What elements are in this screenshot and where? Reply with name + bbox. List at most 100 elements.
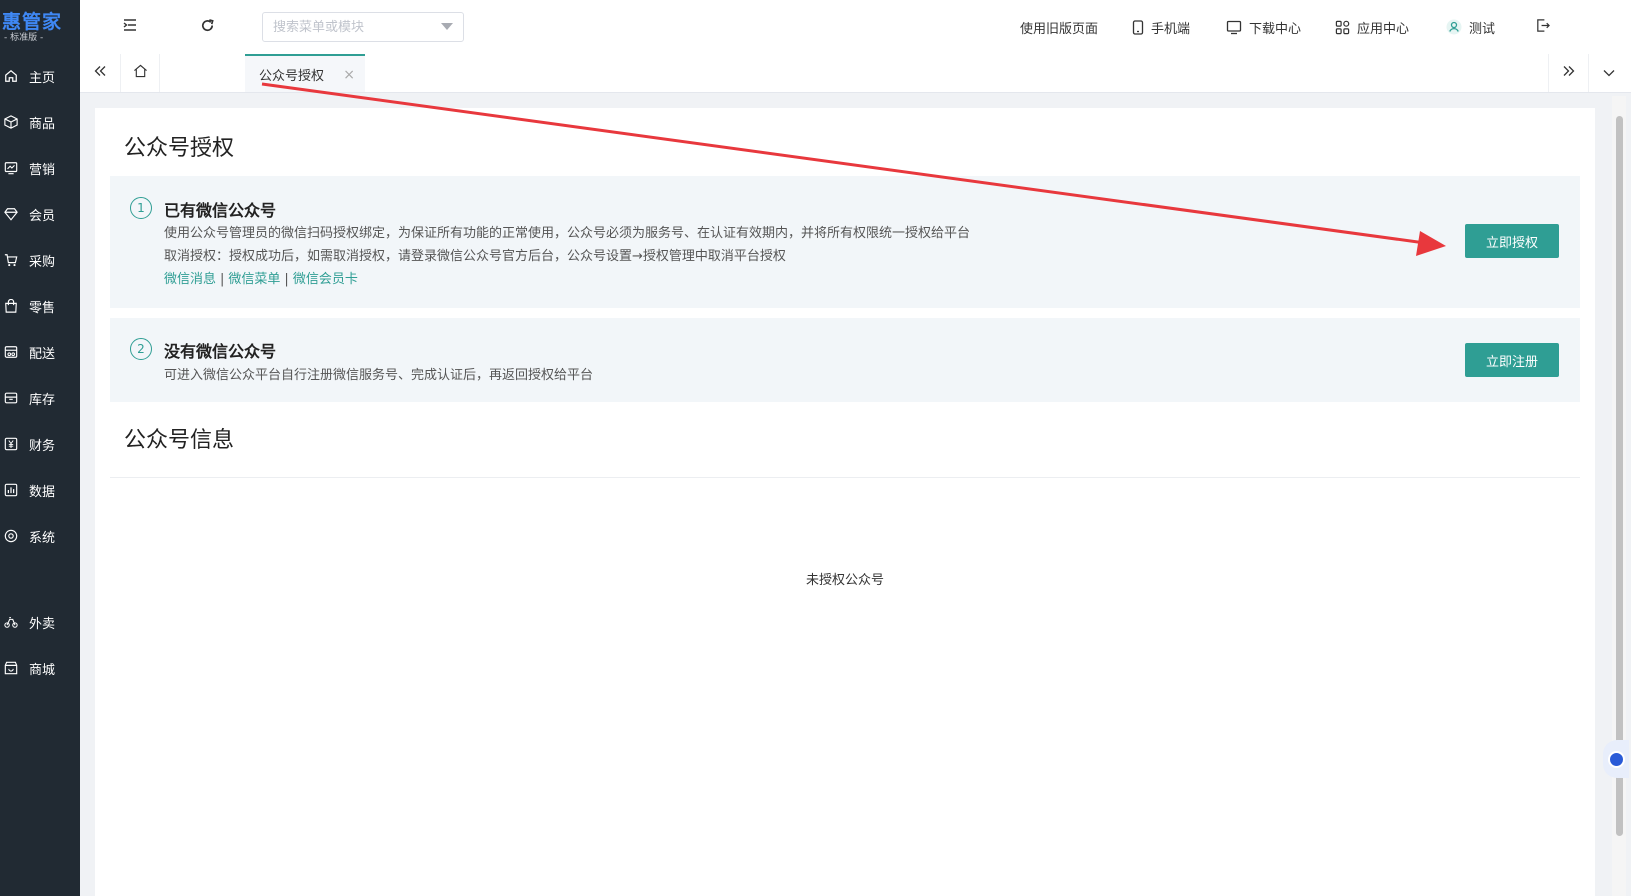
- bar-chart-icon: [3, 482, 19, 498]
- floating-help-button[interactable]: [1603, 740, 1629, 778]
- delivery-icon: [3, 344, 19, 360]
- tab-scroll-left-button[interactable]: [80, 54, 120, 92]
- step-number-2: 2: [130, 338, 152, 360]
- link-separator: |: [284, 272, 289, 287]
- mobile-link[interactable]: 手机端: [1132, 0, 1190, 54]
- sidebar-item-label: 商城: [29, 662, 56, 678]
- user-avatar-icon: [1446, 19, 1462, 35]
- download-label: 下载中心: [1249, 21, 1302, 37]
- sidebar-item-label: 库存: [29, 392, 56, 408]
- register-now-button[interactable]: 立即注册: [1465, 343, 1559, 377]
- sidebar-item-mall[interactable]: 商城: [0, 650, 80, 686]
- sidebar-item-data[interactable]: 数据: [0, 472, 80, 508]
- home-icon: [133, 64, 148, 82]
- option-card-has-account: 1 已有微信公众号 使用公众号管理员的微信扫码授权绑定，为保证所有功能的正常使用…: [110, 176, 1580, 308]
- monitor-icon: [1226, 20, 1242, 35]
- inventory-icon: [3, 390, 19, 406]
- sidebar-item-label: 配送: [29, 346, 56, 362]
- store-icon: [3, 660, 19, 676]
- tab-home[interactable]: [120, 54, 160, 92]
- double-chevron-right-icon: [1563, 65, 1575, 81]
- sidebar-item-label: 外卖: [29, 616, 56, 632]
- link-wechat-member-card[interactable]: 微信会员卡: [293, 272, 358, 287]
- sidebar-item-delivery[interactable]: 配送: [0, 334, 80, 370]
- menu-fold-icon: [122, 18, 138, 36]
- sidebar-item-home[interactable]: 主页: [0, 58, 80, 94]
- option-description: 使用公众号管理员的微信扫码授权绑定，为保证所有功能的正常使用，公众号必须为服务号…: [164, 226, 971, 241]
- tab-scroll-right-button[interactable]: [1548, 54, 1588, 92]
- chevron-down-icon: [441, 23, 453, 30]
- refresh-button[interactable]: [197, 17, 217, 37]
- tab-close-icon[interactable]: ×: [343, 67, 355, 83]
- brand-logo[interactable]: 惠管家 - 标准版 -: [0, 0, 80, 54]
- link-wechat-menu[interactable]: 微信菜单: [228, 272, 280, 287]
- settings-icon: [3, 528, 19, 544]
- tab-official-account-auth[interactable]: 公众号授权 ×: [245, 54, 365, 92]
- step-number-1: 1: [130, 197, 152, 219]
- sidebar-item-label: 会员: [29, 208, 56, 224]
- bike-icon: [3, 614, 19, 630]
- option-title: 已有微信公众号: [164, 201, 277, 220]
- link-wechat-message[interactable]: 微信消息: [164, 272, 216, 287]
- tab-label: 公众号授权: [259, 68, 325, 84]
- sidebar-item-label: 采购: [29, 254, 56, 270]
- brand-name: 惠管家: [2, 10, 63, 33]
- yen-icon: [3, 436, 19, 452]
- option-description: 可进入微信公众平台自行注册微信服务号、完成认证后，再返回授权给平台: [164, 368, 594, 383]
- search-input[interactable]: [263, 13, 448, 41]
- sidebar-item-marketing[interactable]: 营销: [0, 150, 80, 186]
- logout-icon: [1535, 18, 1550, 37]
- empty-state-text: 未授权公众号: [805, 573, 884, 588]
- bag-icon: [3, 298, 19, 314]
- scrollbar-thumb[interactable]: [1616, 116, 1623, 836]
- menu-search-select[interactable]: [262, 12, 464, 42]
- cancel-auth-note: 取消授权：授权成功后，如需取消授权，请登录微信公众号官方后台，公众号设置→授权管…: [164, 249, 786, 264]
- mobile-label: 手机端: [1151, 21, 1191, 37]
- link-separator: |: [220, 272, 225, 287]
- sidebar-item-system[interactable]: 系统: [0, 518, 80, 554]
- refresh-icon: [200, 18, 215, 37]
- sidebar-item-label: 系统: [29, 530, 56, 546]
- top-header: 使用旧版页面 手机端 下载中心 应用中心 测试: [80, 0, 1631, 55]
- sidebar-item-takeout[interactable]: 外卖: [0, 604, 80, 640]
- sidebar-item-retail[interactable]: 零售: [0, 288, 80, 324]
- authorize-now-button[interactable]: 立即授权: [1465, 224, 1559, 258]
- mobile-phone-icon: [1132, 19, 1144, 35]
- user-name: 测试: [1469, 21, 1496, 37]
- sidebar-item-label: 数据: [29, 484, 56, 500]
- download-center-link[interactable]: 下载中心: [1226, 0, 1301, 54]
- cart-icon: [3, 252, 19, 268]
- diamond-icon: [3, 206, 19, 222]
- user-menu[interactable]: 测试: [1446, 0, 1495, 54]
- home-icon: [3, 68, 19, 84]
- brand-edition: - 标准版 -: [4, 32, 44, 43]
- option-title: 没有微信公众号: [164, 342, 277, 361]
- info-section-title: 公众号信息: [124, 428, 235, 453]
- menu-toggle-button[interactable]: [120, 17, 140, 37]
- box-icon: [3, 114, 19, 130]
- feature-links: 微信消息 | 微信菜单 | 微信会员卡: [164, 268, 358, 287]
- logout-button[interactable]: [1532, 17, 1552, 37]
- sidebar: 惠管家 - 标准版 - 主页 商品 营销 会员 采购 零售 配送 库存 财务 数…: [0, 0, 80, 896]
- apps-label: 应用中心: [1357, 21, 1410, 37]
- apps-grid-icon: [1335, 20, 1350, 35]
- section-divider: [110, 477, 1580, 478]
- old-page-link[interactable]: 使用旧版页面: [1020, 0, 1098, 54]
- sidebar-item-purchase[interactable]: 采购: [0, 242, 80, 278]
- sidebar-item-label: 商品: [29, 116, 56, 132]
- main-content: 公众号授权 1 已有微信公众号 使用公众号管理员的微信扫码授权绑定，为保证所有功…: [95, 108, 1595, 896]
- sidebar-item-label: 营销: [29, 162, 56, 178]
- sidebar-item-finance[interactable]: 财务: [0, 426, 80, 462]
- sidebar-item-label: 财务: [29, 438, 56, 454]
- marketing-chart-icon: [3, 160, 19, 176]
- old-page-label: 使用旧版页面: [1020, 21, 1099, 37]
- sidebar-item-label: 零售: [29, 300, 56, 316]
- chevron-down-icon: [1603, 65, 1615, 81]
- sidebar-item-member[interactable]: 会员: [0, 196, 80, 232]
- tab-bar: 公众号授权 ×: [80, 54, 1631, 93]
- sidebar-item-inventory[interactable]: 库存: [0, 380, 80, 416]
- sidebar-item-goods[interactable]: 商品: [0, 104, 80, 140]
- app-center-link[interactable]: 应用中心: [1335, 0, 1409, 54]
- tab-menu-dropdown-button[interactable]: [1588, 54, 1628, 92]
- help-badge-icon: [1607, 750, 1625, 768]
